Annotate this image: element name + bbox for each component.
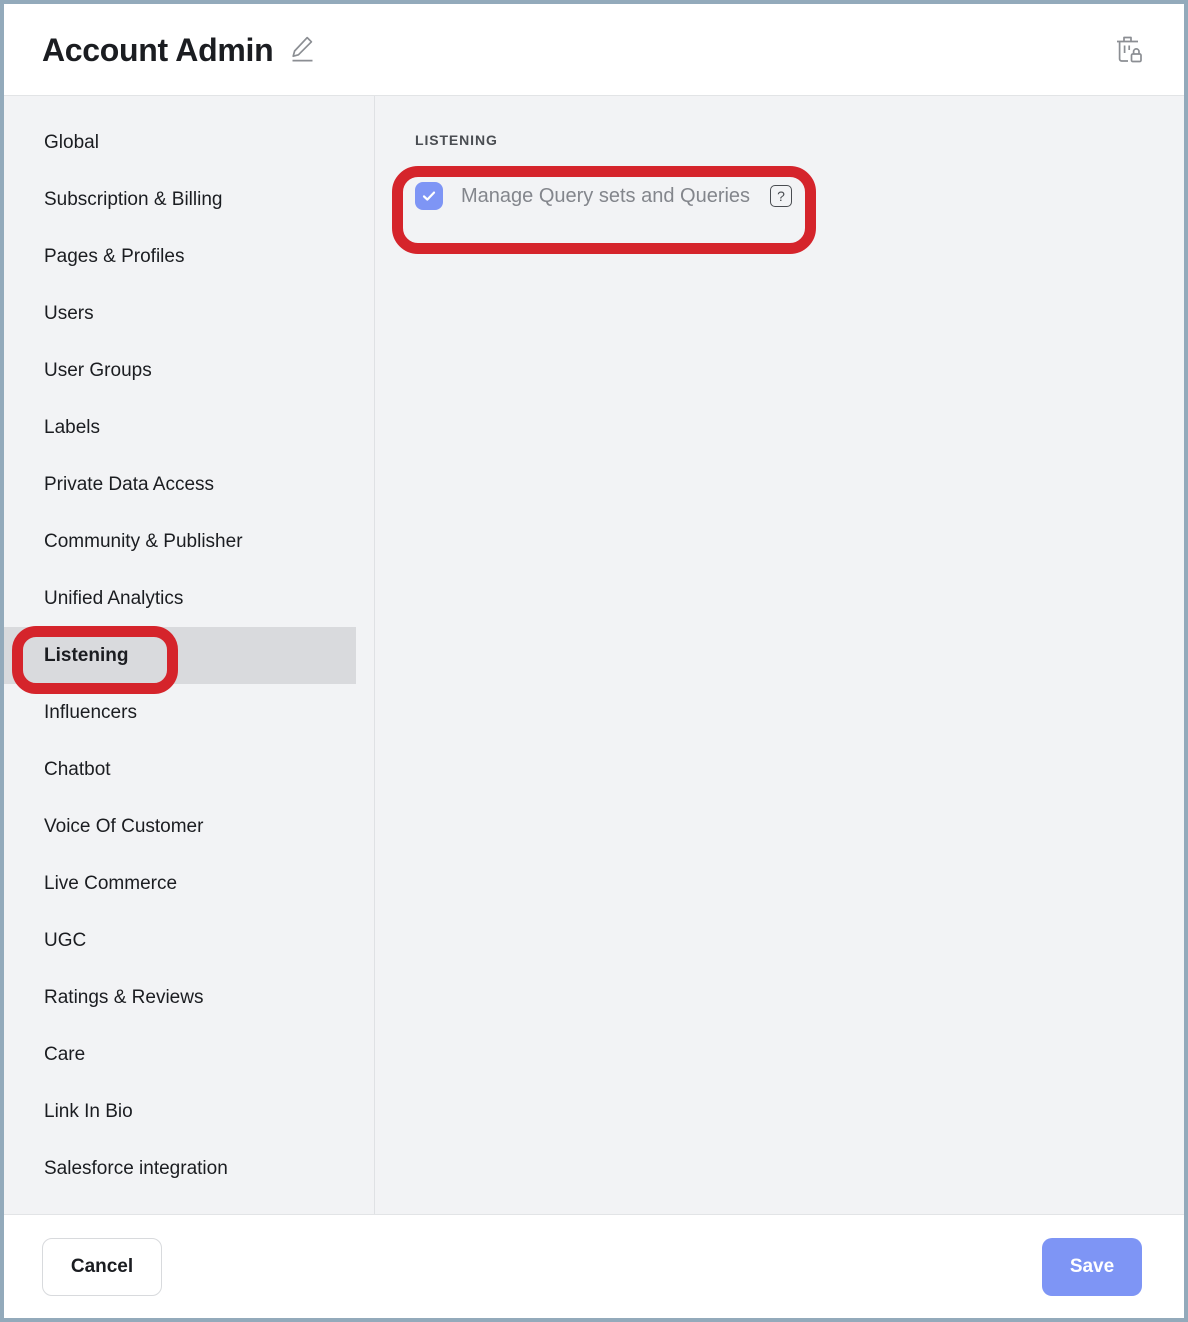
account-admin-window: Account Admin GlobalSubscription & Bill — [0, 0, 1188, 1322]
sidebar-item-label: Listening — [44, 644, 129, 666]
sidebar-item-ratings-reviews[interactable]: Ratings & Reviews — [4, 969, 356, 1026]
window-header: Account Admin — [4, 4, 1184, 96]
sidebar-item-label: Pages & Profiles — [44, 245, 185, 267]
main-panel: LISTENING Manage Query sets and Queries … — [375, 96, 1184, 1214]
sidebar-item-salesforce-integration[interactable]: Salesforce integration — [4, 1140, 356, 1197]
sidebar-item-label: Ratings & Reviews — [44, 986, 204, 1008]
body-area: Global Subscription & Billing Pages & Prof… — [4, 96, 1184, 1214]
sidebar-item-private-data-access[interactable]: Private Data Access — [4, 456, 356, 513]
sidebar-item-label: Labels — [44, 416, 100, 438]
sidebar-item-label: Care — [44, 1043, 86, 1065]
sidebar-item-label: Users — [44, 302, 94, 324]
sidebar-item-label: Link In Bio — [44, 1100, 133, 1122]
permission-row[interactable]: Manage Query sets and Queries ? — [415, 174, 1184, 218]
sidebar-item-live-commerce[interactable]: Live Commerce — [4, 855, 356, 912]
sidebar-item-link-in-bio[interactable]: Link In Bio — [4, 1083, 356, 1140]
sidebar-item-label: User Groups — [44, 359, 152, 381]
sidebar-item-label: Live Commerce — [44, 872, 178, 894]
sidebar-item-subscription-billing[interactable]: Subscription & Billing — [4, 171, 356, 228]
window-footer: Cancel Save — [4, 1214, 1184, 1318]
sidebar-item-label: Global — [44, 131, 99, 153]
section-heading: LISTENING — [415, 132, 498, 148]
sidebar-item-listening[interactable]: Listening — [4, 627, 356, 684]
sidebar-item-chatbot[interactable]: Chatbot — [4, 741, 356, 798]
sidebar-item-care[interactable]: Care — [4, 1026, 356, 1083]
sidebar-item-ugc[interactable]: UGC — [4, 912, 356, 969]
sidebar-item-label: Private Data Access — [44, 473, 215, 495]
sidebar-item-label: Voice Of Customer — [44, 815, 204, 837]
page-title: Account Admin — [42, 31, 274, 68]
sidebar-item-label: Subscription & Billing — [44, 188, 223, 210]
sidebar-item-user-groups[interactable]: User Groups — [4, 342, 356, 399]
cancel-button[interactable]: Cancel — [42, 1237, 162, 1296]
sidebar-item-community-publisher[interactable]: Community & Publisher — [4, 513, 356, 570]
sidebar-item-users[interactable]: Users — [4, 285, 356, 342]
sidebar-item-label: Salesforce integration — [44, 1157, 228, 1179]
sidebar-item-label: Unified Analytics — [44, 587, 184, 609]
sidebar-item-label: Community & Publisher — [44, 530, 243, 552]
sidebar-item-label: Influencers — [44, 701, 137, 723]
pencil-edit-icon[interactable] — [289, 35, 315, 65]
save-button[interactable]: Save — [1042, 1237, 1142, 1296]
settings-sidebar: Global Subscription & Billing Pages & Prof… — [4, 96, 375, 1214]
sidebar-item-label: UGC — [44, 929, 87, 951]
trash-lock-icon[interactable] — [1114, 33, 1156, 67]
sidebar-item-influencers[interactable]: Influencers — [4, 684, 356, 741]
permission-label: Manage Query sets and Queries — [461, 184, 751, 207]
sidebar-item-unified-analytics[interactable]: Unified Analytics — [4, 570, 356, 627]
sidebar-item-label: Chatbot — [44, 758, 111, 780]
sidebar-item-voice-of-customer[interactable]: Voice Of Customer — [4, 798, 356, 855]
question-mark-icon[interactable]: ? — [770, 185, 793, 207]
sidebar-item-pages-profiles[interactable]: Pages & Profiles — [4, 228, 356, 285]
title-group: Account Admin — [42, 34, 1114, 66]
sidebar-item-labels[interactable]: Labels — [4, 399, 356, 456]
sidebar-item-global[interactable]: Global — [4, 114, 356, 171]
manage-query-sets-checkbox[interactable] — [415, 182, 443, 210]
